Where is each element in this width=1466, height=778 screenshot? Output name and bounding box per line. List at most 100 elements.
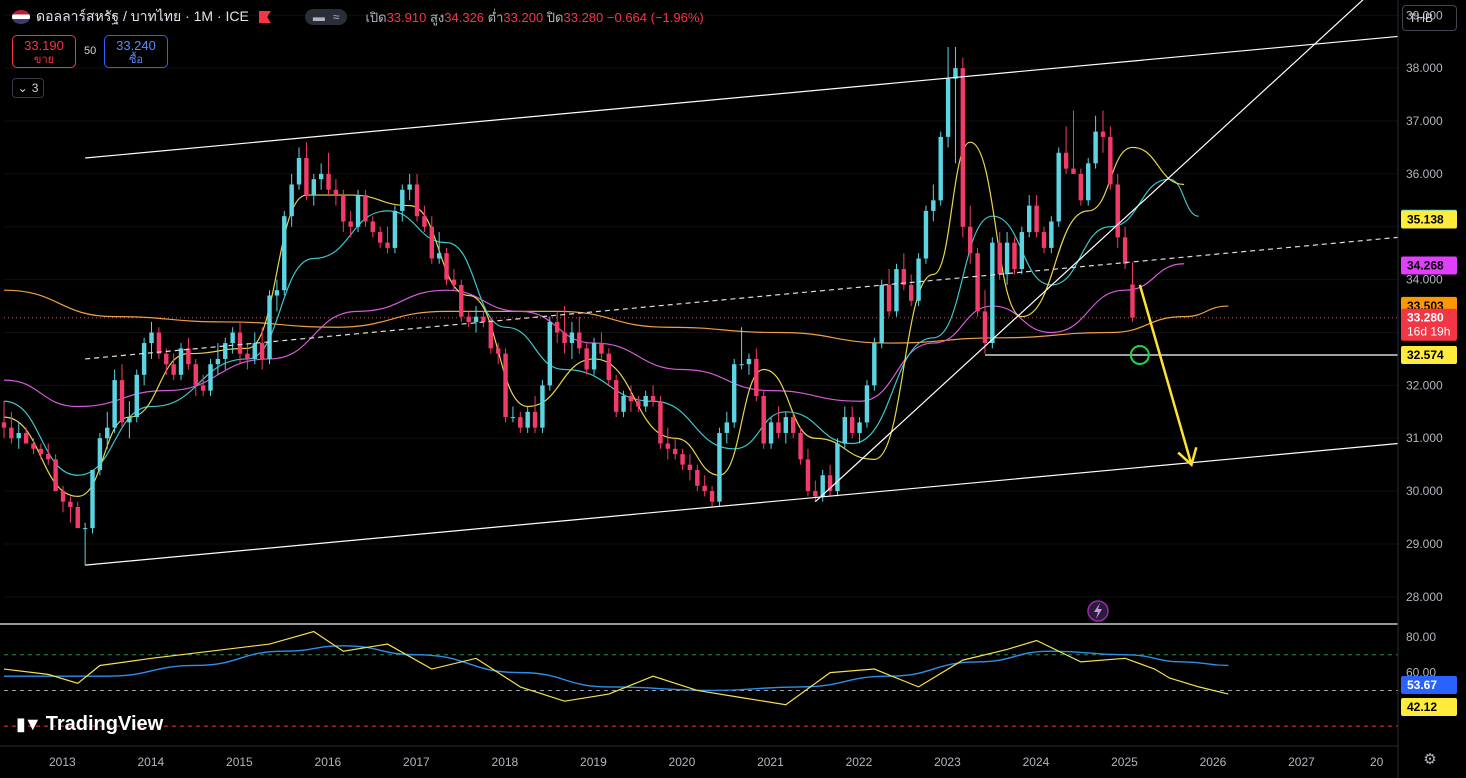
currency-label: THB — [1409, 11, 1433, 25]
high-value: 34.326 — [444, 9, 485, 25]
settings-gear-icon[interactable]: ⚙ — [1420, 750, 1440, 770]
candle-body — [672, 448, 678, 455]
candle-body — [650, 395, 656, 402]
candle[interactable] — [879, 279, 884, 349]
time-tick-label: 2019 — [580, 755, 607, 769]
price-badge: 35.138 — [1407, 212, 1444, 226]
candle-body — [259, 343, 265, 359]
candle[interactable] — [1078, 168, 1084, 206]
candle-body — [680, 454, 685, 465]
price-tick-label: 31.000 — [1406, 431, 1443, 445]
candle-body — [790, 417, 796, 433]
price-tick-label: 28.000 — [1406, 590, 1443, 604]
candle-body — [53, 459, 58, 492]
close-value: 33.280 — [563, 9, 604, 25]
alert-icon[interactable] — [1087, 600, 1109, 622]
symbol-header[interactable]: ดอลลาร์สหรัฐ / บาทไทย · 1M · ICE ▬ ≈ เปิ… — [12, 6, 704, 28]
candle[interactable] — [459, 279, 464, 322]
candle[interactable] — [547, 316, 553, 391]
buy-button[interactable]: 33.240 ซื้อ — [104, 35, 168, 68]
candle[interactable] — [392, 205, 398, 254]
candle-body — [60, 491, 66, 502]
price-tick-label: 34.000 — [1406, 273, 1443, 287]
candle-body — [495, 348, 501, 354]
candle-body — [230, 332, 235, 344]
candle[interactable] — [591, 337, 597, 375]
candle[interactable] — [208, 358, 213, 396]
tradingview-logo-text: TradingView — [45, 713, 164, 735]
candle-body — [776, 422, 781, 433]
candle-body — [599, 343, 604, 354]
candle[interactable] — [503, 348, 508, 423]
candle[interactable] — [658, 395, 663, 449]
candle[interactable] — [178, 343, 184, 381]
candle[interactable] — [1019, 226, 1025, 275]
candle[interactable] — [761, 390, 766, 449]
pill-icon-b: ≈ — [332, 10, 340, 24]
candle[interactable] — [960, 57, 966, 238]
candle[interactable] — [363, 189, 368, 227]
flag-marker-icon[interactable] — [258, 11, 271, 23]
candle-body — [208, 364, 213, 391]
open-value: 33.910 — [386, 9, 427, 25]
sell-button[interactable]: 33.190 ขาย — [12, 35, 76, 68]
low-label: ต่ำ — [487, 9, 504, 25]
candle[interactable] — [731, 358, 737, 428]
candle[interactable] — [90, 469, 95, 534]
candle[interactable] — [355, 189, 361, 233]
candle[interactable] — [267, 290, 272, 365]
candle[interactable] — [613, 374, 619, 418]
candle-body — [1063, 152, 1069, 169]
indicator-pill[interactable]: ▬ ≈ — [304, 9, 348, 25]
candle[interactable] — [975, 247, 980, 317]
candle[interactable] — [134, 369, 139, 423]
candle-body — [333, 189, 339, 196]
candle[interactable] — [990, 237, 995, 349]
candle-body — [754, 358, 759, 396]
candle[interactable] — [1012, 237, 1017, 275]
candle-body — [931, 200, 936, 211]
candle[interactable] — [872, 337, 877, 391]
tradingview-logo[interactable]: ▮▼ TradingView — [16, 713, 163, 736]
candle-body — [702, 485, 707, 492]
price-tick-label: 37.000 — [1406, 114, 1443, 128]
candle[interactable] — [444, 247, 449, 285]
candle-body — [1078, 173, 1084, 201]
candle[interactable] — [835, 438, 840, 497]
candle[interactable] — [606, 348, 612, 386]
candle-body — [1056, 152, 1061, 222]
candle[interactable] — [916, 253, 921, 307]
candle-body — [422, 216, 427, 227]
chart-canvas[interactable]: 28.000 29.000 30.000 31.000 32.000 34.000 36.0… — [0, 0, 1466, 778]
candle[interactable] — [923, 205, 929, 264]
candle[interactable] — [488, 316, 494, 354]
candle[interactable] — [1115, 173, 1120, 248]
candle[interactable] — [717, 427, 722, 507]
candle-body — [289, 184, 294, 217]
candle[interactable] — [1056, 147, 1061, 227]
candle-body — [938, 136, 943, 201]
candle-body — [540, 385, 545, 428]
candle[interactable] — [97, 432, 103, 476]
candle[interactable] — [864, 380, 870, 428]
candle-body — [1, 422, 7, 428]
spread-value: 50 — [84, 45, 97, 57]
indicators-toggle[interactable]: ⌄ 3 — [12, 78, 44, 98]
candle[interactable] — [938, 131, 943, 206]
candle-body — [1100, 131, 1106, 137]
candle-body — [908, 284, 914, 301]
candle[interactable] — [282, 210, 287, 296]
currency-selector[interactable]: THB — [1402, 5, 1457, 31]
rsi-tick-label: 80.00 — [1406, 630, 1436, 644]
candle-body — [156, 332, 162, 354]
candle-body — [385, 242, 390, 248]
candle[interactable] — [540, 380, 545, 433]
candle[interactable] — [1086, 158, 1091, 206]
candle-body — [119, 380, 125, 423]
candle-body — [1093, 131, 1098, 164]
candle[interactable] — [894, 263, 899, 317]
symbol-title[interactable]: ดอลลาร์สหรัฐ / บาทไทย · 1M · ICE — [36, 6, 249, 28]
candle[interactable] — [1049, 216, 1054, 254]
candle[interactable] — [53, 454, 58, 492]
candle[interactable] — [798, 427, 803, 465]
